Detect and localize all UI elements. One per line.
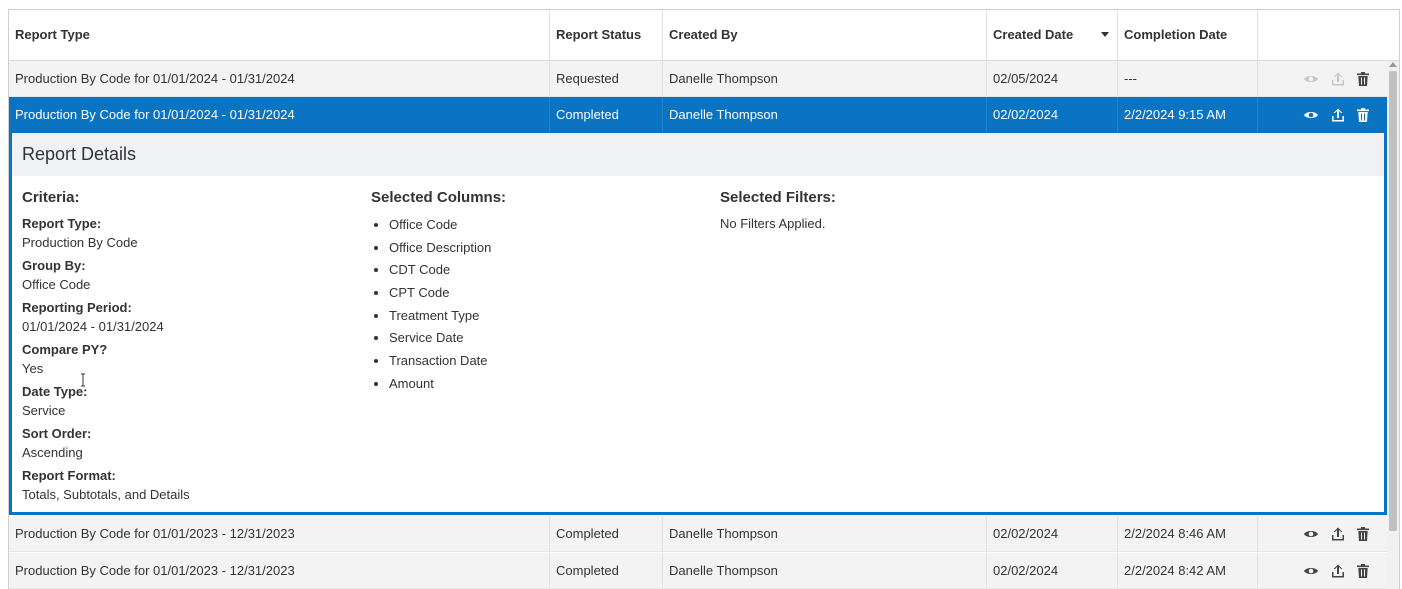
trash-icon[interactable] xyxy=(1355,107,1371,123)
eye-icon[interactable] xyxy=(1303,107,1319,123)
header-report-type[interactable]: Report Type xyxy=(9,10,550,60)
report-details-title: Report Details xyxy=(12,133,1384,176)
eye-icon xyxy=(1303,71,1319,87)
selected-filters-section: Selected Filters: No Filters Applied. xyxy=(720,188,1120,234)
cell-completion-date: --- xyxy=(1118,61,1258,97)
cell-status: Completed xyxy=(550,97,663,133)
criteria-value: Service xyxy=(22,403,66,418)
header-created-date[interactable]: Created Date xyxy=(987,10,1118,60)
text-cursor-icon xyxy=(81,373,85,387)
trash-icon[interactable] xyxy=(1355,526,1371,542)
cell-completion-date: 2/2/2024 9:15 AM xyxy=(1118,97,1258,133)
row-actions xyxy=(1303,61,1377,97)
eye-icon[interactable] xyxy=(1303,526,1319,542)
cell-created-by: Danelle Thompson xyxy=(663,61,987,97)
list-item: Office Code xyxy=(389,214,701,237)
upload-icon xyxy=(1330,71,1346,87)
report-details-panel: Report Details Criteria: Report Type: Pr… xyxy=(9,133,1387,515)
cell-status: Completed xyxy=(550,553,663,589)
criteria-label: Report Format: xyxy=(22,468,116,483)
list-item: Office Description xyxy=(389,237,701,260)
upload-icon[interactable] xyxy=(1330,526,1346,542)
cell-status: Requested xyxy=(550,61,663,97)
criteria-section: Criteria: Report Type: Production By Cod… xyxy=(22,188,352,506)
filters-text: No Filters Applied. xyxy=(720,216,826,231)
cell-status: Completed xyxy=(550,516,663,552)
cell-created-date: 02/02/2024 xyxy=(987,516,1118,552)
list-item: CDT Code xyxy=(389,259,701,282)
criteria-label: Date Type: xyxy=(22,384,88,399)
cell-created-date: 02/02/2024 xyxy=(987,553,1118,589)
list-item: Transaction Date xyxy=(389,350,701,373)
vertical-scrollbar[interactable] xyxy=(1387,61,1399,589)
cell-report-type: Production By Code for 01/01/2024 - 01/3… xyxy=(9,97,550,133)
list-item: Service Date xyxy=(389,327,701,350)
trash-icon[interactable] xyxy=(1355,563,1371,579)
header-completion-date[interactable]: Completion Date xyxy=(1118,10,1258,60)
table-row[interactable]: Production By Code for 01/01/2024 - 01/3… xyxy=(9,61,1387,97)
selected-filters-heading: Selected Filters: xyxy=(720,189,836,206)
header-created-by[interactable]: Created By xyxy=(663,10,987,60)
criteria-label: Group By: xyxy=(22,258,86,273)
header-actions xyxy=(1258,10,1399,60)
cell-report-type: Production By Code for 01/01/2023 - 12/3… xyxy=(9,516,550,552)
header-report-status[interactable]: Report Status xyxy=(550,10,663,60)
cell-created-date: 02/02/2024 xyxy=(987,97,1118,133)
selected-columns-list: Office Code Office Description CDT Code … xyxy=(371,214,701,396)
table-row[interactable]: Production By Code for 01/01/2023 - 12/3… xyxy=(9,553,1387,589)
scroll-up-icon[interactable] xyxy=(1389,62,1397,67)
criteria-value: Totals, Subtotals, and Details xyxy=(22,487,190,502)
cell-report-type: Production By Code for 01/01/2024 - 01/3… xyxy=(9,61,550,97)
scrollbar-thumb[interactable] xyxy=(1389,71,1397,531)
selected-columns-heading: Selected Columns: xyxy=(371,189,507,206)
cell-created-by: Danelle Thompson xyxy=(663,97,987,133)
cell-completion-date: 2/2/2024 8:42 AM xyxy=(1118,553,1258,589)
reports-grid: Report Type Report Status Created By Cre… xyxy=(8,9,1400,589)
criteria-label: Compare PY? xyxy=(22,342,108,357)
criteria-value: Office Code xyxy=(22,277,91,292)
trash-icon[interactable] xyxy=(1355,71,1371,87)
upload-icon[interactable] xyxy=(1330,107,1346,123)
cell-created-date: 02/05/2024 xyxy=(987,61,1118,97)
cell-created-by: Danelle Thompson xyxy=(663,553,987,589)
cell-created-by: Danelle Thompson xyxy=(663,516,987,552)
criteria-value: Production By Code xyxy=(22,235,138,250)
criteria-value: Yes xyxy=(22,361,44,376)
criteria-heading: Criteria: xyxy=(22,189,80,206)
list-item: Treatment Type xyxy=(389,305,701,328)
criteria-value: 01/01/2024 - 01/31/2024 xyxy=(22,319,164,334)
table-header: Report Type Report Status Created By Cre… xyxy=(9,10,1399,61)
header-created-date-label: Created Date xyxy=(993,27,1074,42)
list-item: Amount xyxy=(389,373,701,396)
criteria-label: Reporting Period: xyxy=(22,300,132,315)
selected-columns-section: Selected Columns: Office Code Office Des… xyxy=(371,188,701,396)
cell-report-type: Production By Code for 01/01/2023 - 12/3… xyxy=(9,553,550,589)
table-row[interactable]: Production By Code for 01/01/2023 - 12/3… xyxy=(9,516,1387,552)
criteria-label: Sort Order: xyxy=(22,426,92,441)
table-row-selected[interactable]: Production By Code for 01/01/2024 - 01/3… xyxy=(9,97,1387,133)
sort-descending-icon[interactable] xyxy=(1101,32,1109,37)
row-actions xyxy=(1303,516,1377,552)
upload-icon[interactable] xyxy=(1330,563,1346,579)
cell-completion-date: 2/2/2024 8:46 AM xyxy=(1118,516,1258,552)
list-item: CPT Code xyxy=(389,282,701,305)
row-actions xyxy=(1303,97,1377,133)
criteria-value: Ascending xyxy=(22,445,83,460)
criteria-label: Report Type: xyxy=(22,216,102,231)
eye-icon[interactable] xyxy=(1303,563,1319,579)
row-actions xyxy=(1303,553,1377,589)
